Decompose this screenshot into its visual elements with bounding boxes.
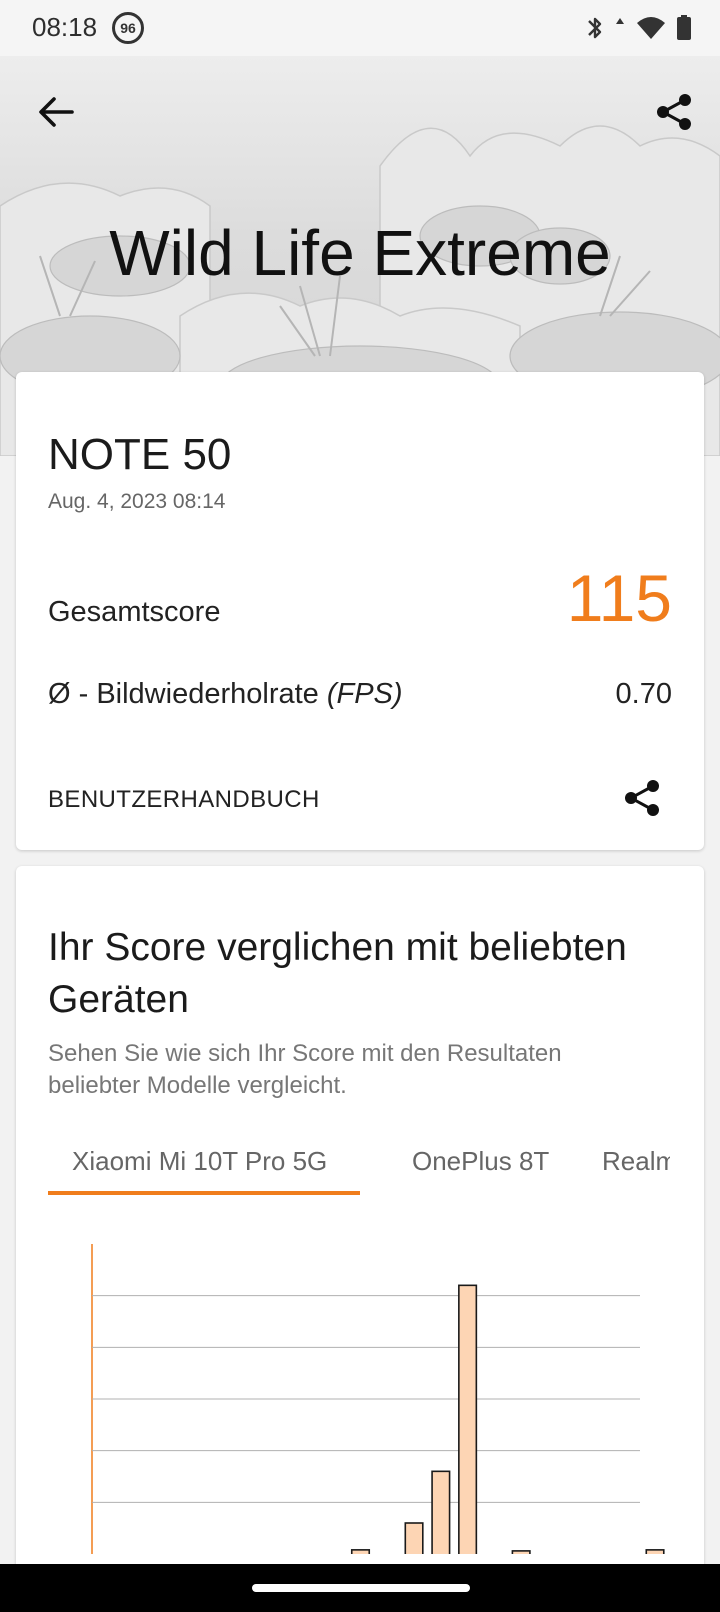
chart-bar: [645, 1549, 665, 1554]
chart-bar: [431, 1470, 451, 1554]
data-arrows-icon: [616, 18, 624, 24]
status-icons: [586, 12, 692, 44]
result-card: NOTE 50 Aug. 4, 2023 08:14 Gesamtscore 1…: [16, 372, 704, 850]
tab-oneplus-8t[interactable]: OnePlus 8T: [412, 1146, 549, 1177]
device-tabs: Xiaomi Mi 10T Pro 5G OnePlus 8T Realme: [48, 1142, 670, 1198]
total-score-value: 115: [566, 561, 672, 635]
average-fps-label: Ø - Bildwiederholrate (FPS): [48, 678, 403, 711]
notification-badge: 96: [112, 12, 144, 44]
status-time: 08:18: [32, 12, 98, 42]
wifi-icon: [637, 17, 665, 39]
bluetooth-icon: [588, 17, 602, 39]
battery-icon: [677, 15, 691, 40]
comparison-description: Sehen Sie wie sich Ihr Score mit den Res…: [48, 1040, 562, 1099]
chart-bar: [458, 1284, 478, 1554]
comparison-title: Ihr Score verglichen mit beliebten Gerät…: [48, 926, 627, 1021]
home-gesture-handle[interactable]: [252, 1584, 470, 1592]
total-score-label: Gesamtscore: [48, 596, 221, 628]
test-date: Aug. 4, 2023 08:14: [48, 490, 226, 513]
user-manual-button[interactable]: BENUTZERHANDBUCH: [48, 786, 320, 814]
tab-realme[interactable]: Realme: [602, 1146, 670, 1177]
status-bar: 08:18 96: [0, 0, 720, 56]
fps-label-prefix: Ø - Bildwiederholrate: [48, 678, 327, 710]
fps-label-unit: (FPS): [326, 678, 403, 710]
share-icon[interactable]: [652, 90, 696, 134]
comparison-card: Ihr Score verglichen mit beliebten Gerät…: [16, 866, 704, 1586]
average-fps-value: 0.70: [615, 678, 672, 710]
back-arrow-icon[interactable]: [34, 90, 78, 134]
page-title: Wild Life Extreme: [109, 217, 611, 289]
navigation-bar: [0, 1564, 720, 1612]
chart-bar: [404, 1522, 424, 1554]
share-result-icon[interactable]: [620, 776, 664, 820]
device-name: NOTE 50: [48, 430, 232, 479]
score-distribution-chart: [91, 1244, 665, 1554]
selected-tab-indicator: [48, 1191, 360, 1195]
chart-bar: [511, 1550, 531, 1554]
tab-xiaomi-mi-10t-pro-5g[interactable]: Xiaomi Mi 10T Pro 5G: [72, 1146, 327, 1177]
chart-bar: [350, 1549, 371, 1554]
